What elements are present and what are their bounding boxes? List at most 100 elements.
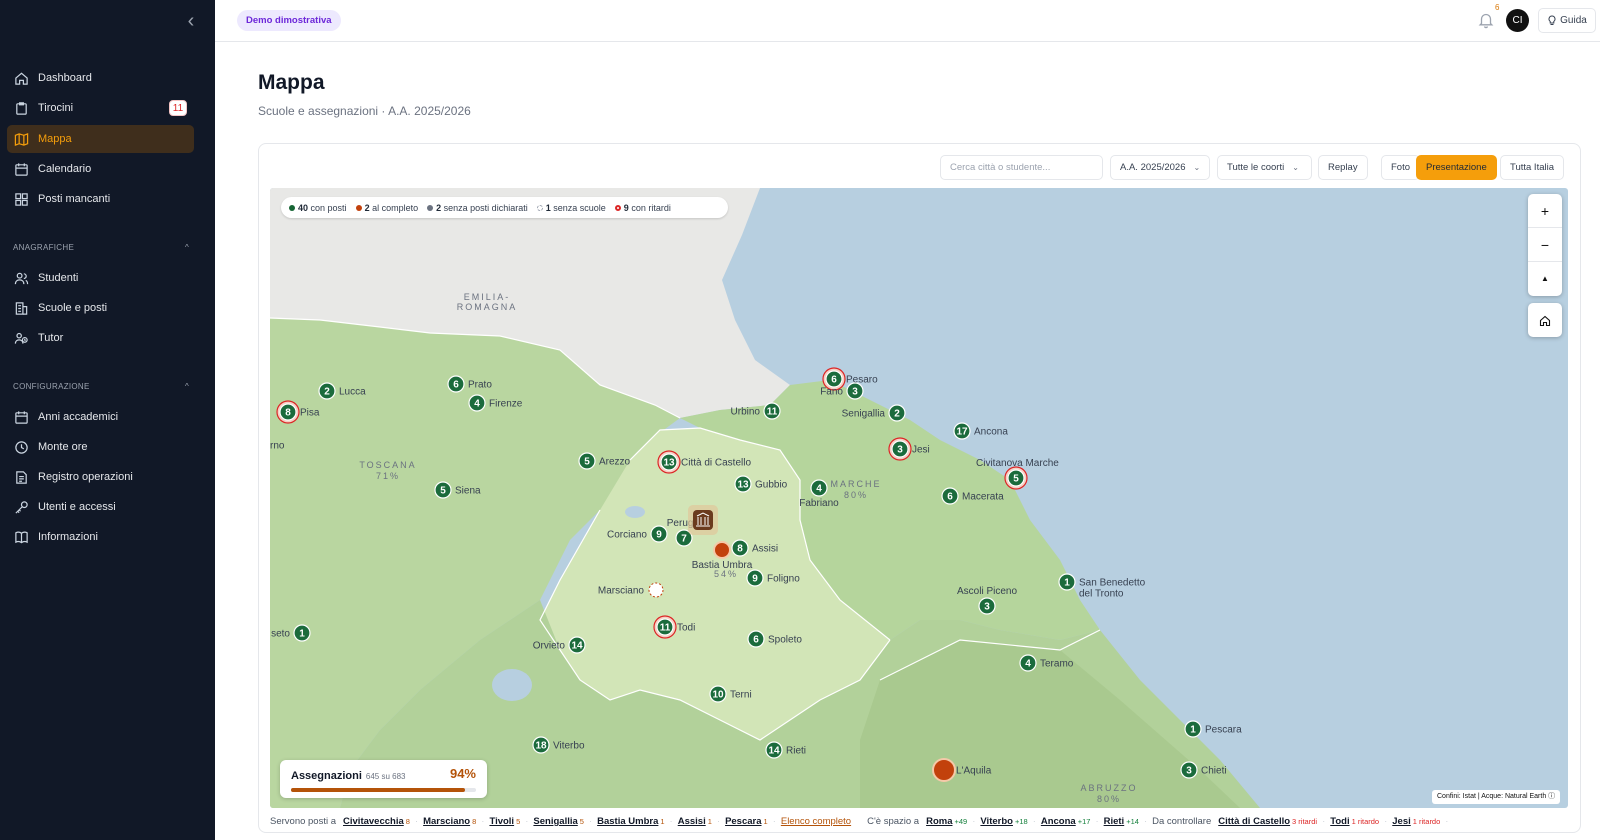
space-city-link[interactable]: Ancona: [1041, 816, 1076, 827]
section-configurazione[interactable]: CONFIGURAZIONE ^: [13, 382, 189, 391]
legend-item: 1 senza scuole: [536, 203, 606, 213]
sidebar-item-label: Tirocini: [38, 102, 74, 114]
search-input[interactable]: [950, 162, 1093, 173]
cohort-select[interactable]: Tutte le coorti ⌄: [1217, 155, 1312, 180]
region-pct-toscana: 71%: [376, 471, 400, 481]
chevron-down-icon: ⌄: [1193, 163, 1201, 172]
need-city-link[interactable]: Bastia Umbra: [597, 816, 658, 827]
assignments-panel: Assegnazioni 645 su 683 94%: [280, 760, 487, 798]
legend-item: 2 al completo: [355, 203, 418, 213]
need-city-link[interactable]: Pescara: [725, 816, 761, 827]
sidebar-item-utenti-accessi[interactable]: Utenti e accessi: [7, 493, 194, 521]
sidebar-item-dashboard[interactable]: Dashboard: [7, 64, 194, 92]
sidebar-item-posti-mancanti[interactable]: Posti mancanti: [7, 185, 194, 213]
city-marker[interactable]: rno: [270, 441, 285, 452]
separator: ·: [669, 816, 673, 827]
sidebar-item-informazioni[interactable]: Informazioni: [7, 523, 194, 551]
guide-button[interactable]: Guida: [1538, 8, 1596, 33]
city-label: Città di Castello: [681, 458, 751, 469]
chevron-up-icon: ^: [184, 243, 189, 252]
sidebar-item-studenti[interactable]: Studenti: [7, 264, 194, 292]
search-field[interactable]: [940, 155, 1103, 180]
bell-icon[interactable]: [1477, 11, 1495, 29]
legend-dot: [355, 205, 362, 212]
city-count: 1: [299, 629, 305, 640]
separator: ·: [1384, 816, 1388, 827]
section-anagrafiche[interactable]: ANAGRAFICHE ^: [13, 243, 189, 252]
chevron-up-icon: ^: [184, 382, 189, 391]
zoom-in-button[interactable]: +: [1528, 194, 1562, 228]
legend-dot: [289, 205, 295, 212]
space-count: +17: [1077, 817, 1091, 826]
replay-button[interactable]: Replay: [1318, 155, 1368, 180]
calendar-icon: [15, 410, 28, 424]
check-city-link[interactable]: Jesi: [1392, 816, 1411, 827]
city-label: L'Aquila: [956, 766, 992, 777]
zoom-controls: + − ▲: [1528, 194, 1562, 296]
zoom-out-button[interactable]: −: [1528, 228, 1562, 262]
presentazione-button[interactable]: Presentazione: [1416, 155, 1497, 180]
city-count: 4: [474, 399, 480, 410]
need-city-link[interactable]: Marsciano: [423, 816, 470, 827]
legend-dot: [614, 205, 621, 212]
separator: ·: [414, 816, 419, 827]
avatar[interactable]: CI: [1506, 9, 1529, 32]
clock-icon: [15, 440, 28, 454]
sidebar-item-label: Monte ore: [38, 441, 88, 453]
need-city-link[interactable]: Assisi: [678, 816, 706, 827]
city-count: 6: [831, 375, 837, 386]
need-city-link[interactable]: Senigallia: [533, 816, 577, 827]
city-label: Jesi: [912, 445, 930, 456]
region-pct-marche: 80%: [844, 490, 868, 500]
sidebar-item-monte-ore[interactable]: Monte ore: [7, 433, 194, 461]
info-icon[interactable]: ⓘ: [1548, 793, 1555, 800]
sidebar-item-mappa[interactable]: Mappa: [7, 125, 194, 153]
home-view-button[interactable]: [1528, 303, 1562, 337]
separator: ·: [481, 816, 485, 827]
sidebar-item-tutor[interactable]: Tutor: [7, 324, 194, 352]
calendar-icon: [15, 162, 28, 176]
tutta-italia-button[interactable]: Tutta Italia: [1500, 155, 1565, 180]
legend-item: 9 con ritardi: [614, 203, 671, 213]
city-count: 1: [1064, 578, 1070, 589]
map-icon: [14, 132, 29, 146]
university-marker[interactable]: [688, 505, 718, 535]
foto-button[interactable]: Foto: [1381, 155, 1421, 180]
sidebar-item-anni-accademici[interactable]: Anni accademici: [7, 403, 194, 431]
space-city-link[interactable]: Viterbo: [980, 816, 1013, 827]
sidebar-item-scuole-posti[interactable]: Scuole e posti: [7, 294, 194, 322]
city-label: Teramo: [1040, 659, 1074, 670]
key-icon: [15, 500, 28, 514]
sidebar-item-label: Tutor: [38, 332, 64, 344]
compass-button[interactable]: ▲: [1528, 262, 1562, 296]
page-title: Mappa: [258, 71, 325, 94]
check-city-link[interactable]: Todi: [1330, 816, 1349, 827]
lake-bolsena: [492, 669, 532, 701]
separator: ·: [716, 816, 721, 827]
tirocini-badge: 11: [169, 100, 187, 116]
city-label: Pisa: [300, 408, 320, 419]
sidebar-item-calendario[interactable]: Calendario: [7, 155, 194, 183]
collapse-sidebar-icon[interactable]: ‹: [180, 10, 202, 32]
city-label: Assisi: [752, 544, 778, 555]
city-count: 17: [956, 427, 968, 438]
space-city-link[interactable]: Roma: [926, 816, 952, 827]
serve-label: Servono posti a: [270, 816, 337, 827]
sidebar-item-registro-operazioni[interactable]: Registro operazioni: [7, 463, 194, 491]
need-city-link[interactable]: Civitavecchia: [343, 816, 404, 827]
full-list-link[interactable]: Elenco completo: [781, 816, 851, 827]
year-select[interactable]: A.A. 2025/2026 ⌄: [1110, 155, 1210, 180]
legend-item: 40 con posti: [289, 203, 347, 213]
separator: ·: [1322, 816, 1326, 827]
check-city-link[interactable]: Città di Castello: [1218, 816, 1290, 827]
sidebar-item-label: Anni accademici: [38, 411, 119, 423]
map[interactable]: EMILIA- ROMAGNA TOSCANA 71% MARCHE 80% 5…: [270, 188, 1568, 808]
city-marker[interactable]: Marsciano: [598, 582, 664, 598]
clipboard-icon: [16, 101, 27, 115]
need-city-link[interactable]: Tivoli: [489, 816, 514, 827]
city-count: 1: [1190, 725, 1196, 736]
city-count: 6: [453, 380, 459, 391]
space-city-link[interactable]: Rieti: [1104, 816, 1125, 827]
city-label: Gubbio: [755, 480, 788, 491]
sidebar-item-tirocini[interactable]: Tirocini 11: [7, 94, 194, 122]
